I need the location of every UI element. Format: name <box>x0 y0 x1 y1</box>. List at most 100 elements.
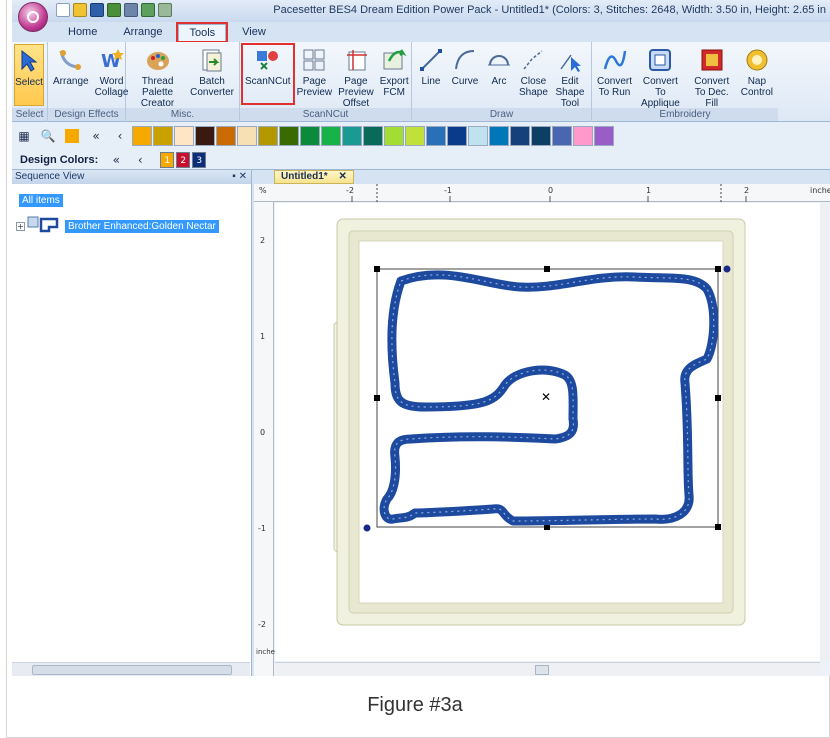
palette-swatch[interactable] <box>531 126 551 146</box>
ruler-tick-label: 0 <box>260 428 266 437</box>
scrollbar-thumb[interactable] <box>535 665 549 675</box>
grid-icon[interactable]: ▦ <box>15 127 33 145</box>
palette-swatch[interactable] <box>237 126 257 146</box>
sequence-horizontal-scrollbar[interactable] <box>12 662 250 676</box>
nap-control-icon <box>743 46 771 74</box>
scanncut-button[interactable]: ScanNCut <box>241 43 295 105</box>
tab-view[interactable]: View <box>232 24 276 40</box>
canvas-vertical-scrollbar[interactable] <box>820 203 830 661</box>
palette-swatch[interactable] <box>363 126 383 146</box>
palette-swatch[interactable] <box>342 126 362 146</box>
sequence-view-title: Sequence View <box>15 171 85 182</box>
palette-swatch[interactable] <box>573 126 593 146</box>
palette-swatch[interactable] <box>552 126 572 146</box>
select-button[interactable]: Select <box>14 44 44 106</box>
document-tabs: Untitled1* ✕ <box>254 170 830 184</box>
left-arrow-icon[interactable]: ‹ <box>111 127 129 145</box>
design-thumbnail-icon <box>27 216 59 233</box>
palette-swatch[interactable] <box>489 126 509 146</box>
design-colors-label: Design Colors: <box>20 154 99 166</box>
curve-icon <box>451 46 479 74</box>
new-icon[interactable] <box>56 3 70 17</box>
cursor-arrow-icon <box>15 47 43 75</box>
thread-color-icon[interactable] <box>63 127 81 145</box>
close-tab-icon[interactable]: ✕ <box>338 171 346 182</box>
rotate-handle-icon[interactable] <box>363 524 371 532</box>
redo-icon[interactable] <box>158 3 172 17</box>
palette-swatch[interactable] <box>510 126 530 146</box>
design-color-swatch[interactable]: 2 <box>176 152 191 168</box>
palette-swatch[interactable] <box>384 126 404 146</box>
palette-swatch[interactable] <box>132 126 152 146</box>
double-left-arrow-icon[interactable]: « <box>107 151 125 169</box>
export-fcm-icon <box>380 46 408 74</box>
palette-swatch[interactable] <box>258 126 278 146</box>
scrollbar-thumb[interactable] <box>32 665 232 675</box>
left-arrow-icon[interactable]: ‹ <box>131 151 149 169</box>
palette-swatch[interactable] <box>426 126 446 146</box>
palette-swatch[interactable] <box>405 126 425 146</box>
arc-icon <box>485 46 513 74</box>
palette-swatch[interactable] <box>174 126 194 146</box>
ruler-tick-label: 1 <box>260 332 266 341</box>
palette-swatch[interactable] <box>300 126 320 146</box>
palette-swatch[interactable] <box>447 126 467 146</box>
menu-tabs: Home Arrange Tools View <box>12 21 830 43</box>
palette-swatch[interactable] <box>195 126 215 146</box>
zoom-icon[interactable]: 🔍 <box>39 127 57 145</box>
palette-swatch[interactable] <box>279 126 299 146</box>
double-left-arrow-icon[interactable]: « <box>87 127 105 145</box>
ruler-tick-label: -2 <box>258 620 266 629</box>
app-window: Pacesetter BES4 Dream Edition Power Pack… <box>12 0 830 676</box>
ruler-ticks <box>351 184 747 202</box>
convert-applique-icon <box>646 46 674 74</box>
palette-swatch[interactable] <box>468 126 488 146</box>
import-icon[interactable] <box>107 3 121 17</box>
ribbon-group-draw: Line Curve Arc Close Shape Edit Shape To… <box>412 42 592 122</box>
save-icon[interactable] <box>90 3 104 17</box>
page-preview-icon <box>300 46 328 74</box>
tab-arrange[interactable]: Arrange <box>113 24 172 40</box>
panel-pin-close-icon[interactable]: ▪ ✕ <box>232 170 247 184</box>
edit-shape-icon <box>556 46 584 74</box>
ribbon-group-misc: Thread Palette Creator Batch Converter M… <box>126 42 240 122</box>
tab-home[interactable]: Home <box>58 24 107 40</box>
rotate-handle-icon[interactable] <box>723 265 731 273</box>
design-color-swatch[interactable]: 3 <box>192 152 207 168</box>
word-collage-icon: W <box>98 46 126 74</box>
arrange-icon <box>57 46 85 74</box>
design-color-swatch[interactable]: 1 <box>160 152 175 168</box>
sequence-item[interactable]: + Brother Enhanced:Golden Nectar <box>16 216 219 236</box>
undo-icon[interactable] <box>141 3 155 17</box>
title-bar: Pacesetter BES4 Dream Edition Power Pack… <box>12 0 830 22</box>
palette-swatch[interactable] <box>153 126 173 146</box>
convert-run-icon <box>601 46 629 74</box>
ribbon-group-embroidery: Convert To Run Convert To Applique Conve… <box>592 42 778 122</box>
batch-converter-icon <box>198 46 226 74</box>
palette-swatch[interactable] <box>594 126 614 146</box>
page-preview-offset-icon <box>342 46 370 74</box>
horizontal-ruler: % -2 -1 0 1 2 inches <box>254 184 830 202</box>
thread-palette-bar: ▦ 🔍 « ‹ Design Colors: « ‹ 123 <box>12 122 830 170</box>
scanncut-icon <box>254 46 282 74</box>
design-canvas[interactable]: ✕ <box>275 203 830 661</box>
print-icon[interactable] <box>124 3 138 17</box>
canvas-horizontal-scrollbar[interactable] <box>275 662 820 676</box>
design-colors-list: 123 <box>160 152 208 168</box>
tab-untitled1[interactable]: Untitled1* ✕ <box>274 170 354 184</box>
ruler-tick-label: 2 <box>260 236 266 245</box>
design-colors-row: Design Colors: « ‹ 123 <box>12 148 208 172</box>
expand-toggle-icon[interactable]: + <box>16 221 25 231</box>
ribbon-group-design-effects: Arrange W Word Collage Design Effects <box>48 42 129 122</box>
app-orb-button[interactable] <box>18 2 48 32</box>
palette-swatch[interactable] <box>321 126 341 146</box>
sequence-item-label: Brother Enhanced:Golden Nectar <box>65 219 219 233</box>
open-icon[interactable] <box>73 3 87 17</box>
thread-palette-icon <box>144 46 172 74</box>
all-items-node[interactable]: All items <box>19 194 63 207</box>
window-title: Pacesetter BES4 Dream Edition Power Pack… <box>273 4 826 16</box>
quick-access-toolbar <box>56 3 172 17</box>
canvas-drawing: ✕ <box>333 218 746 626</box>
palette-swatch[interactable] <box>216 126 236 146</box>
tab-tools[interactable]: Tools <box>176 21 229 43</box>
